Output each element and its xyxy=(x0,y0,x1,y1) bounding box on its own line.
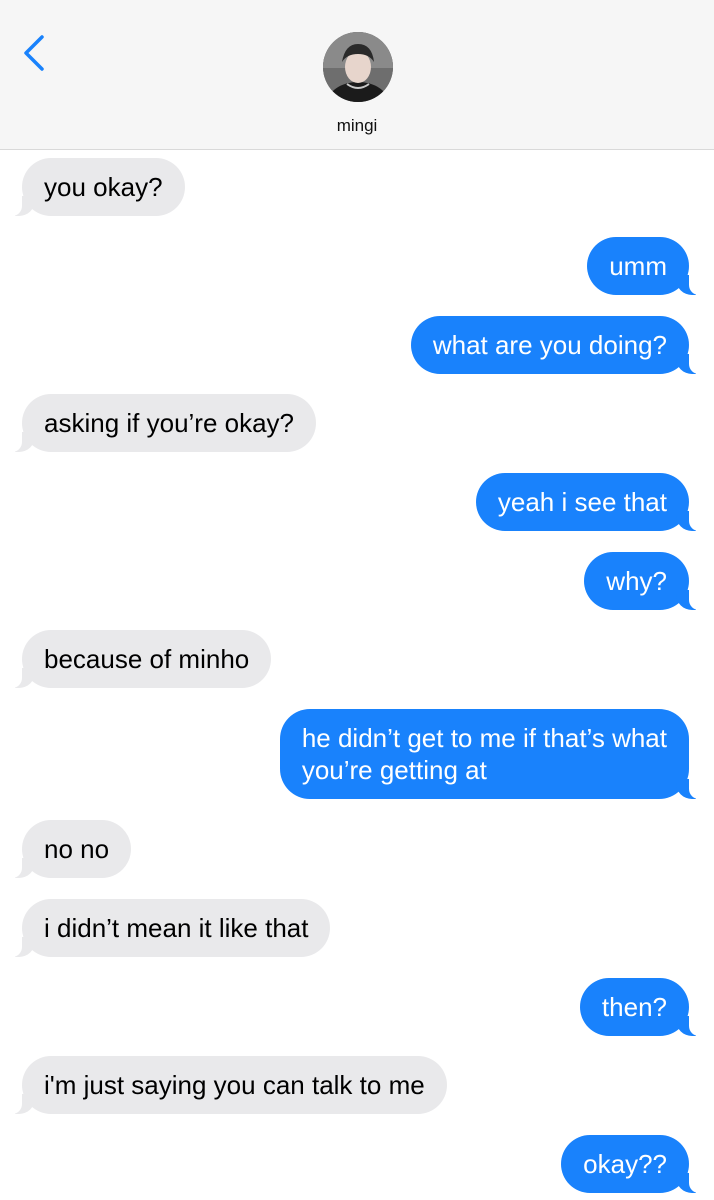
avatar[interactable] xyxy=(323,32,393,102)
sent-message-bubble[interactable]: okay?? xyxy=(561,1135,699,1193)
message-text: okay?? xyxy=(583,1149,667,1179)
received-message-bubble[interactable]: asking if you’re okay? xyxy=(11,394,317,452)
sent-message-bubble[interactable]: what are you doing? xyxy=(410,316,700,374)
sent-message-bubble[interactable]: yeah i see that xyxy=(475,473,700,531)
received-message-bubble[interactable]: i didn’t mean it like that xyxy=(11,899,331,957)
message-text: then? xyxy=(601,992,667,1022)
sent-message-bubble[interactable]: why? xyxy=(584,552,699,610)
received-message-bubble[interactable]: no no xyxy=(11,820,132,878)
message-text: he didn’t get to me if that’s what xyxy=(301,723,667,753)
avatar-photo xyxy=(323,32,393,102)
received-message-bubble[interactable]: i'm just saying you can talk to me xyxy=(12,1056,447,1114)
message-text: i'm just saying you can talk to me xyxy=(44,1070,425,1100)
contact-name[interactable]: mingi xyxy=(0,116,714,136)
message-text: what are you doing? xyxy=(432,330,667,360)
received-message-bubble[interactable]: because of minho xyxy=(11,630,272,688)
chevron-left-icon[interactable] xyxy=(20,34,50,72)
conversation-header: mingi xyxy=(0,0,714,150)
sent-message-bubble[interactable]: umm xyxy=(587,237,699,295)
message-text: umm xyxy=(609,251,667,281)
message-text: i didn’t mean it like that xyxy=(44,913,309,943)
message-text: asking if you’re okay? xyxy=(44,408,295,438)
message-text: no no xyxy=(44,834,110,864)
message-thread: you okay? umm what are you doing? asking if… xyxy=(0,150,714,1200)
sent-message-bubble[interactable]: he didn’t get to me if that’s what you’re… xyxy=(279,709,700,799)
message-text: you’re getting at xyxy=(301,755,487,785)
message-text: because of minho xyxy=(44,644,250,674)
sent-message-bubble[interactable]: then? xyxy=(579,978,700,1036)
message-text: yeah i see that xyxy=(497,487,667,517)
message-text: you okay? xyxy=(44,172,163,202)
received-message-bubble[interactable]: you okay? xyxy=(12,158,185,216)
message-text: why? xyxy=(606,566,667,596)
